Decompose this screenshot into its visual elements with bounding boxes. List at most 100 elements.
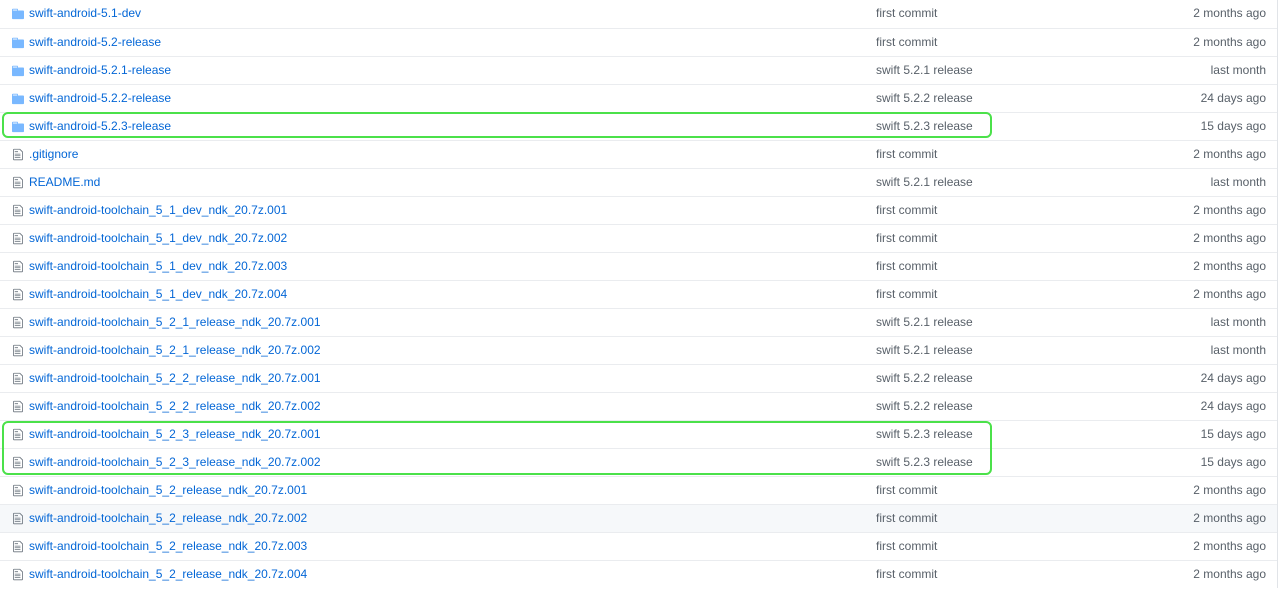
file-name-link[interactable]: swift-android-toolchain_5_2_3_release_nd… <box>29 427 321 441</box>
commit-age: 2 months ago <box>1193 483 1266 497</box>
file-row[interactable]: swift-android-toolchain_5_2_1_release_nd… <box>0 336 1277 364</box>
file-name-link[interactable]: swift-android-toolchain_5_2_3_release_nd… <box>29 455 321 469</box>
commit-message[interactable]: first commit <box>876 483 937 497</box>
file-icon <box>13 288 23 301</box>
file-name-link[interactable]: swift-android-toolchain_5_2_1_release_nd… <box>29 343 321 357</box>
folder-icon <box>12 93 24 105</box>
file-icon <box>13 176 23 189</box>
file-name-link[interactable]: swift-android-5.1-dev <box>29 6 141 20</box>
file-name-link[interactable]: swift-android-5.2.2-release <box>29 91 171 105</box>
commit-age: 2 months ago <box>1193 539 1266 553</box>
file-list: swift-android-5.1-dev first commit 2 mon… <box>0 0 1278 588</box>
commit-age: 2 months ago <box>1193 287 1266 301</box>
commit-age: last month <box>1210 63 1266 77</box>
commit-age: 2 months ago <box>1193 511 1266 525</box>
file-row[interactable]: swift-android-toolchain_5_2_2_release_nd… <box>0 364 1277 392</box>
commit-age: 24 days ago <box>1200 91 1266 105</box>
commit-message[interactable]: first commit <box>876 147 937 161</box>
commit-message[interactable]: first commit <box>876 539 937 553</box>
commit-message[interactable]: first commit <box>876 259 937 273</box>
file-row[interactable]: swift-android-toolchain_5_2_1_release_nd… <box>0 308 1277 336</box>
commit-message[interactable]: first commit <box>876 287 937 301</box>
file-name-link[interactable]: swift-android-toolchain_5_2_1_release_nd… <box>29 315 321 329</box>
file-row[interactable]: swift-android-toolchain_5_2_release_ndk_… <box>0 504 1277 532</box>
commit-message[interactable]: swift 5.2.1 release <box>876 343 973 357</box>
file-icon <box>13 428 23 441</box>
file-name-link[interactable]: swift-android-toolchain_5_1_dev_ndk_20.7… <box>29 287 287 301</box>
commit-message[interactable]: swift 5.2.1 release <box>876 315 973 329</box>
file-icon <box>13 260 23 273</box>
file-row[interactable]: README.md swift 5.2.1 release last month <box>0 168 1277 196</box>
file-row[interactable]: swift-android-5.2.1-release swift 5.2.1 … <box>0 56 1277 84</box>
file-name-link[interactable]: README.md <box>29 175 100 189</box>
commit-age: 24 days ago <box>1200 399 1266 413</box>
commit-age: 15 days ago <box>1200 427 1266 441</box>
commit-age: 15 days ago <box>1200 455 1266 469</box>
file-icon <box>13 316 23 329</box>
folder-icon <box>12 8 24 20</box>
file-row[interactable]: swift-android-5.2.2-release swift 5.2.2 … <box>0 84 1277 112</box>
file-icon <box>13 456 23 469</box>
file-row[interactable]: swift-android-toolchain_5_2_3_release_nd… <box>0 420 1277 448</box>
file-icon <box>13 484 23 497</box>
file-row[interactable]: swift-android-toolchain_5_2_release_ndk_… <box>0 560 1277 588</box>
commit-message[interactable]: swift 5.2.3 release <box>876 119 973 133</box>
file-name-link[interactable]: swift-android-toolchain_5_1_dev_ndk_20.7… <box>29 203 287 217</box>
file-name-link[interactable]: swift-android-toolchain_5_2_2_release_nd… <box>29 371 321 385</box>
file-row[interactable]: .gitignore first commit 2 months ago <box>0 140 1277 168</box>
commit-message[interactable]: first commit <box>876 35 937 49</box>
file-name-link[interactable]: swift-android-toolchain_5_2_release_ndk_… <box>29 511 307 525</box>
commit-message[interactable]: first commit <box>876 6 937 20</box>
file-name-link[interactable]: swift-android-5.2-release <box>29 35 161 49</box>
commit-age: 24 days ago <box>1200 371 1266 385</box>
commit-message[interactable]: swift 5.2.1 release <box>876 63 973 77</box>
file-icon <box>13 568 23 581</box>
file-name-link[interactable]: swift-android-toolchain_5_2_release_ndk_… <box>29 539 307 553</box>
commit-message[interactable]: swift 5.2.2 release <box>876 91 973 105</box>
commit-message[interactable]: first commit <box>876 203 937 217</box>
file-icon <box>13 400 23 413</box>
file-row[interactable]: swift-android-5.1-dev first commit 2 mon… <box>0 0 1277 28</box>
file-row[interactable]: swift-android-toolchain_5_2_release_ndk_… <box>0 476 1277 504</box>
commit-age: 2 months ago <box>1193 147 1266 161</box>
folder-icon <box>12 65 24 77</box>
commit-age: last month <box>1210 175 1266 189</box>
file-name-link[interactable]: .gitignore <box>29 147 78 161</box>
file-name-link[interactable]: swift-android-toolchain_5_2_release_ndk_… <box>29 567 307 581</box>
file-icon <box>13 512 23 525</box>
file-row[interactable]: swift-android-5.2.3-release swift 5.2.3 … <box>0 112 1277 140</box>
file-icon <box>13 372 23 385</box>
commit-age: 15 days ago <box>1200 119 1266 133</box>
commit-message[interactable]: swift 5.2.3 release <box>876 455 973 469</box>
commit-message[interactable]: first commit <box>876 567 937 581</box>
file-row[interactable]: swift-android-toolchain_5_2_3_release_nd… <box>0 448 1277 476</box>
commit-message[interactable]: swift 5.2.3 release <box>876 427 973 441</box>
file-row[interactable]: swift-android-toolchain_5_1_dev_ndk_20.7… <box>0 196 1277 224</box>
file-row[interactable]: swift-android-toolchain_5_2_2_release_nd… <box>0 392 1277 420</box>
file-name-link[interactable]: swift-android-5.2.3-release <box>29 119 171 133</box>
file-name-link[interactable]: swift-android-toolchain_5_2_2_release_nd… <box>29 399 321 413</box>
file-icon <box>13 204 23 217</box>
file-name-link[interactable]: swift-android-toolchain_5_1_dev_ndk_20.7… <box>29 259 287 273</box>
file-name-link[interactable]: swift-android-5.2.1-release <box>29 63 171 77</box>
folder-icon <box>12 37 24 49</box>
commit-message[interactable]: swift 5.2.1 release <box>876 175 973 189</box>
file-row[interactable]: swift-android-toolchain_5_2_release_ndk_… <box>0 532 1277 560</box>
commit-age: last month <box>1210 315 1266 329</box>
file-row[interactable]: swift-android-toolchain_5_1_dev_ndk_20.7… <box>0 280 1277 308</box>
file-icon <box>13 148 23 161</box>
file-row[interactable]: swift-android-toolchain_5_1_dev_ndk_20.7… <box>0 224 1277 252</box>
commit-message[interactable]: first commit <box>876 231 937 245</box>
file-row[interactable]: swift-android-5.2-release first commit 2… <box>0 28 1277 56</box>
file-name-link[interactable]: swift-android-toolchain_5_2_release_ndk_… <box>29 483 307 497</box>
commit-age: 2 months ago <box>1193 203 1266 217</box>
file-icon <box>13 232 23 245</box>
commit-message[interactable]: swift 5.2.2 release <box>876 371 973 385</box>
folder-icon <box>12 121 24 133</box>
commit-message[interactable]: first commit <box>876 511 937 525</box>
file-name-link[interactable]: swift-android-toolchain_5_1_dev_ndk_20.7… <box>29 231 287 245</box>
commit-age: 2 months ago <box>1193 231 1266 245</box>
file-row[interactable]: swift-android-toolchain_5_1_dev_ndk_20.7… <box>0 252 1277 280</box>
commit-message[interactable]: swift 5.2.2 release <box>876 399 973 413</box>
commit-age: 2 months ago <box>1193 259 1266 273</box>
